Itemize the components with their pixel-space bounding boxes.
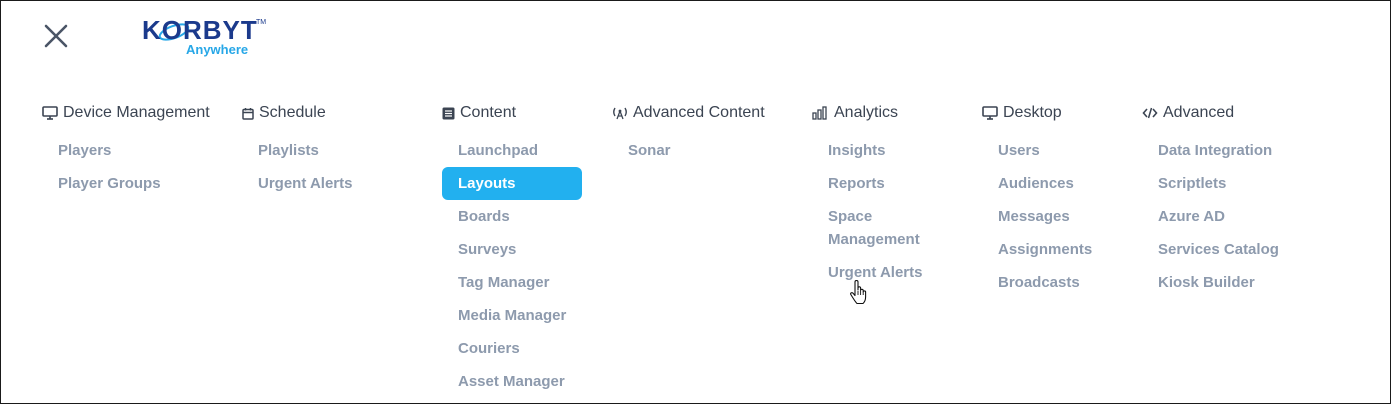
menu-item-player-groups[interactable]: Player Groups [42, 172, 182, 195]
monitor-icon [42, 106, 58, 120]
menu-item-layouts[interactable]: Layouts [442, 167, 582, 200]
menu-header-schedule: Schedule [242, 101, 326, 125]
menu-item-data-integration[interactable]: Data Integration [1142, 139, 1302, 162]
menu-header-desktop: Desktop [982, 101, 1062, 125]
menu-header-label: Device Management [63, 104, 210, 121]
menu-item-audiences[interactable]: Audiences [982, 172, 1122, 195]
hand-cursor-icon [849, 279, 869, 306]
menu-item-urgent-alerts-schedule[interactable]: Urgent Alerts [242, 172, 382, 195]
content-icon [442, 107, 455, 119]
menu-item-users[interactable]: Users [982, 139, 1122, 162]
menu-header-label: Advanced Content [633, 104, 765, 121]
menu-item-space-management[interactable]: Space Management [812, 205, 952, 251]
menu-item-scriptlets[interactable]: Scriptlets [1142, 172, 1302, 195]
menu-item-players[interactable]: Players [42, 139, 182, 162]
menu-header-label: Analytics [834, 104, 899, 121]
menu-column-analytics: Analytics Insights Reports Space Managem… [812, 101, 922, 281]
menu-header-label: Schedule [259, 104, 326, 121]
calendar-icon [242, 107, 254, 120]
menu-item-surveys[interactable]: Surveys [442, 238, 582, 261]
broadcast-icon [613, 107, 627, 120]
menu-item-azure-ad[interactable]: Azure AD [1142, 205, 1302, 228]
menu-item-assignments[interactable]: Assignments [982, 238, 1122, 261]
menu-item-media-manager[interactable]: Media Manager [442, 304, 582, 327]
menu-item-launchpad[interactable]: Launchpad [442, 139, 582, 162]
bar-chart-icon [812, 106, 827, 120]
menu-column-advanced: Advanced Data Integration Scriptlets Azu… [1142, 101, 1279, 291]
logo-brand: KORBYT [142, 15, 258, 45]
menu-header-analytics: Analytics [812, 101, 898, 125]
menu-item-insights[interactable]: Insights [812, 139, 952, 162]
code-icon [1142, 107, 1158, 119]
menu-header-advanced-content: Advanced Content [612, 101, 765, 125]
menu-item-playlists[interactable]: Playlists [242, 139, 382, 162]
menu-header-label: Content [460, 104, 517, 121]
menu-column-schedule: Schedule Playlists Urgent Alerts [242, 101, 352, 192]
menu-item-couriers[interactable]: Couriers [442, 337, 582, 360]
menu-header-content: Content [442, 101, 516, 125]
menu-header-advanced: Advanced [1142, 101, 1234, 125]
korbyt-logo[interactable]: KORBYT TM Anywhere [142, 15, 266, 61]
close-button[interactable] [41, 21, 71, 51]
menu-item-boards[interactable]: Boards [442, 205, 582, 228]
menu-header-label: Advanced [1163, 104, 1235, 121]
close-icon [44, 24, 68, 48]
logo-tagline: Anywhere [186, 42, 249, 57]
logo-trademark: TM [256, 19, 267, 26]
menu-item-sonar[interactable]: Sonar [612, 139, 752, 162]
monitor-icon [982, 106, 998, 120]
menu-column-device-management: Device Management Players Player Groups [42, 101, 210, 192]
menu-column-advanced-content: Advanced Content Sonar [612, 101, 765, 159]
menu-item-kiosk-builder[interactable]: Kiosk Builder [1142, 271, 1302, 294]
menu-column-desktop: Desktop Users Audiences Messages Assignm… [982, 101, 1092, 291]
navigation-menu: KORBYT TM Anywhere Device Management Pla… [0, 0, 1391, 404]
menu-item-messages[interactable]: Messages [982, 205, 1122, 228]
menu-item-broadcasts[interactable]: Broadcasts [982, 271, 1122, 294]
menu-item-reports[interactable]: Reports [812, 172, 952, 195]
menu-header-device-management: Device Management [42, 101, 210, 125]
menu-item-asset-manager[interactable]: Asset Manager [442, 370, 582, 393]
menu-item-tag-manager[interactable]: Tag Manager [442, 271, 582, 294]
menu-item-urgent-alerts-analytics[interactable]: Urgent Alerts [812, 261, 952, 284]
menu-column-content: Content Launchpad Layouts Boards Surveys… [442, 101, 582, 390]
menu-item-services-catalog[interactable]: Services Catalog [1142, 238, 1302, 261]
menu-header-label: Desktop [1003, 104, 1062, 121]
